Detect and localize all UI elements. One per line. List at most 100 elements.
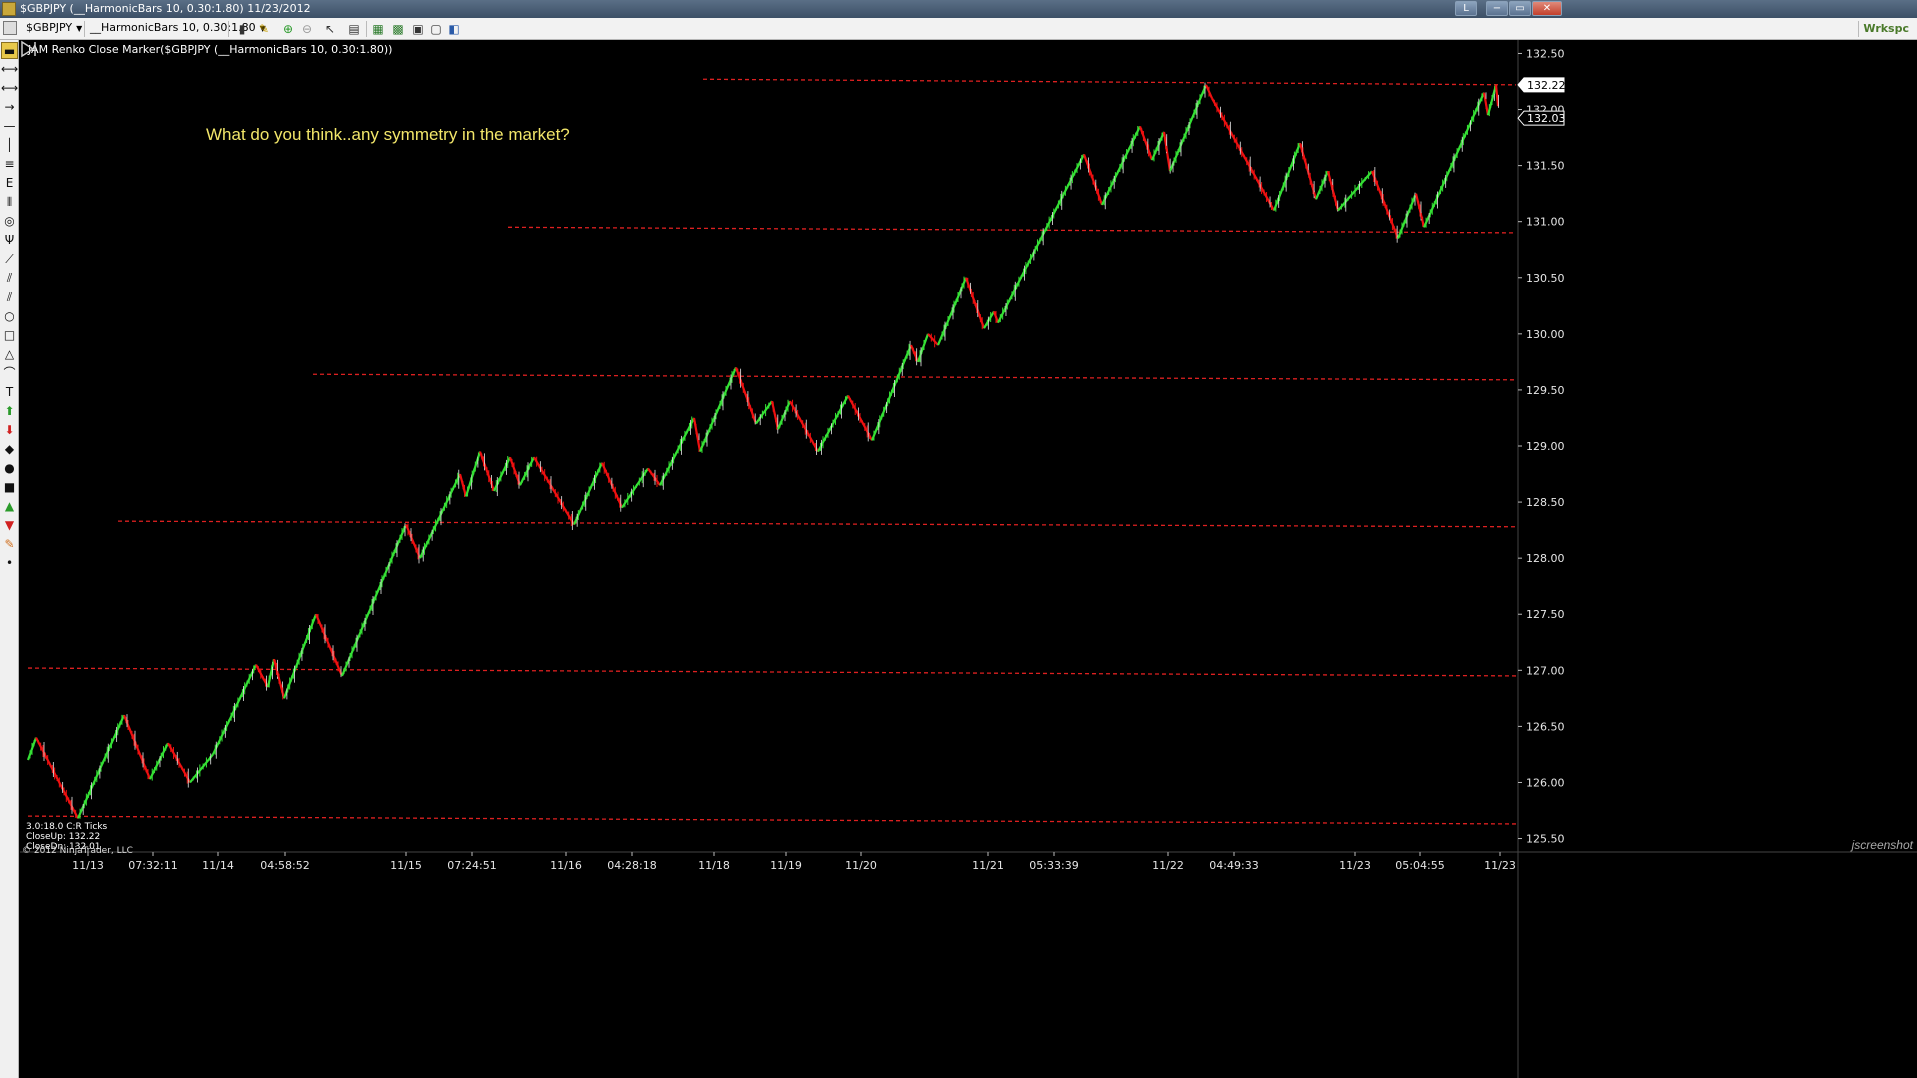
maximize-button[interactable]: ▭ [1509,1,1531,16]
arrow-down-icon[interactable]: ◆ [1,441,18,458]
arrow-up-icon[interactable]: ⬇ [1,422,18,439]
triangle-up-icon[interactable]: ▼ [1,517,18,534]
pencil-icon[interactable]: ✎ [256,21,272,37]
y-tick-label: 131.00 [1526,216,1565,229]
y-tick-label: 127.00 [1526,664,1565,677]
fib-retracement-icon[interactable]: E [1,175,18,192]
toolbar-divider [228,21,229,37]
horizontal-level-line [27,815,1517,825]
zoom-in-icon[interactable]: ⊕ [280,21,296,37]
y-tick-label: 132.50 [1526,47,1565,60]
x-tick-label: 04:49:33 [1209,859,1258,872]
square-icon[interactable]: ▲ [1,498,18,515]
properties-icon[interactable]: ▤ [346,21,362,37]
chevron-down-icon: ▼ [76,24,83,33]
y-tick-label: 128.50 [1526,496,1565,509]
arrow-line-icon[interactable]: — [1,118,18,135]
pitchfork-icon[interactable]: ⟋ [1,251,18,268]
triangle-down-icon[interactable]: ✎ [1,536,18,553]
toolbar-divider [84,21,85,37]
price-segment [1211,97,1275,212]
price-segment [621,467,649,509]
instrument-label: $GBPJPY [26,21,73,34]
fib-circle-icon[interactable]: Ψ [1,232,18,249]
y-tick-label: 128.00 [1526,552,1565,565]
zoom-out-icon[interactable]: ⊖ [299,21,315,37]
data-box-icon[interactable]: ▢ [428,21,444,37]
vline-icon[interactable]: ≡ [1,156,18,173]
y-tick-label: 129.00 [1526,440,1565,453]
indicators-icon[interactable]: ▦ [370,21,386,37]
snapshot-icon[interactable]: ▣ [410,21,426,37]
window-title-bar: $GBPJPY (__HarmonicBars 10, 0.30:1.80) 1… [0,0,1917,18]
regression-icon[interactable]: ⫽ [1,289,18,306]
info-close-up: CloseUp: 132.22 [26,832,101,842]
x-tick-label: 05:04:55 [1395,859,1444,872]
y-tick-label: 125.50 [1526,833,1565,846]
x-tick-label: 11/23 [1339,859,1371,872]
horizontal-level-line [702,78,1517,86]
remove-drawing-icon[interactable]: • [1,555,18,572]
price-segment [1101,125,1141,206]
info-ticks: 3.0:18.0 C:R Ticks [26,822,108,832]
scroll-to-end-icon[interactable] [20,40,38,58]
horizontal-level-line [507,226,1517,234]
x-tick-label: 04:58:52 [260,859,309,872]
ellipse-icon[interactable]: □ [1,327,18,344]
chart-annotation[interactable]: What do you think..any symmetry in the m… [206,125,570,145]
text-icon[interactable]: ⬆ [1,403,18,420]
app-icon [2,2,16,16]
y-tick-label: 129.50 [1526,384,1565,397]
copyright-text: © 2012 NinjaTrader, LLC [22,846,133,856]
strategies-icon[interactable]: ▩ [390,21,406,37]
minimize-button[interactable]: − [1486,1,1508,16]
price-segment [282,613,318,699]
watermark: jscreenshot [1851,838,1913,852]
hline-icon[interactable]: │ [1,137,18,154]
cursor-icon[interactable]: ▬ [1,42,18,59]
fib-extension-icon[interactable]: ⦀ [1,194,18,211]
drawing-tools-bar: ▬ ⟷ ⟷ → — │ ≡ E ⦀ ◎ Ψ ⟋ ⫽ ⫽ ○ □ △ ⌒ T ⬆ ⬇ ◆ ● ■ ▲ ▼ ✎ • [0,40,19,1078]
y-tick-label: 126.00 [1526,776,1565,789]
triangle-icon[interactable]: ⌒ [1,365,18,382]
diamond-icon[interactable]: ● [1,460,18,477]
y-tick-label: 127.50 [1526,608,1565,621]
renko-series [26,82,1500,819]
price-segment [789,400,819,453]
gann-fan-icon[interactable]: ⫽ [1,270,18,287]
close-button[interactable]: ✕ [1532,1,1562,16]
chart-panel[interactable]: 125.50 126.00 126.50 127.00 127.50 128.00 128.… [20,40,1917,1078]
x-tick-label: 11/22 [1152,859,1184,872]
x-tick-label: 11/19 [770,859,802,872]
x-tick-label: 11/16 [550,859,582,872]
dot-icon[interactable]: ■ [1,479,18,496]
x-tick-label: 11/14 [202,859,234,872]
y-tick-label: 130.50 [1526,272,1565,285]
rectangle-icon[interactable]: △ [1,346,18,363]
crosshair-icon[interactable]: ↖ [322,21,338,37]
price-marker-label: 132.22 [1527,79,1566,92]
price-segment [734,367,758,424]
x-tick-label: 11/15 [390,859,422,872]
chart-style-icon[interactable]: ▮ [234,21,250,37]
instrument-selector[interactable]: $GBPJPY ▼ [26,21,82,37]
chart-menu-icon[interactable] [3,21,17,35]
y-tick-label: 130.00 [1526,328,1565,341]
y-tick-label: 126.50 [1526,720,1565,733]
price-chart[interactable]: 125.50 126.00 126.50 127.00 127.50 128.00 128.… [20,40,1917,1078]
price-segment [659,417,695,486]
horizontal-line-icon[interactable]: ⟷ [1,61,18,78]
indicator-label: JAM Renko Close Marker($GBPJPY (__Harmon… [28,43,393,56]
window-icon[interactable]: ◧ [446,21,462,37]
workspace-button[interactable]: Wrkspc [1858,21,1913,37]
fib-timezones-icon[interactable]: ◎ [1,213,18,230]
parallel-channel-icon[interactable]: ○ [1,308,18,325]
bar-type-label: __HarmonicBars 10, 0.30:1.80 [90,21,256,34]
x-tick-label: 07:32:11 [128,859,177,872]
x-tick-label: 05:33:39 [1029,859,1078,872]
arc-icon[interactable]: T [1,384,18,401]
extended-line-icon[interactable]: → [1,99,18,116]
link-button[interactable]: L [1455,1,1477,16]
toolbar-divider [366,21,367,37]
ray-icon[interactable]: ⟷ [1,80,18,97]
